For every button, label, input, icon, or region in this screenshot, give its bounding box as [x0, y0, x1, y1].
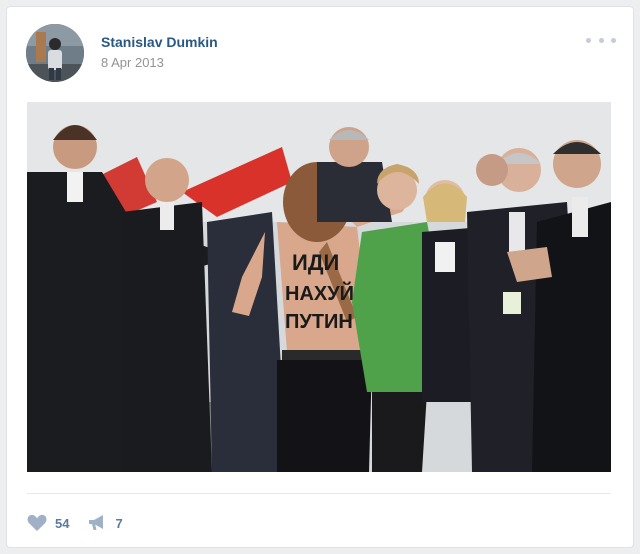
like-button[interactable]: 54 [27, 514, 69, 532]
author-avatar[interactable] [26, 24, 84, 82]
post-footer: 54 7 [27, 511, 141, 535]
body-text-1: ИДИ [292, 250, 339, 275]
likes-count: 54 [55, 515, 70, 531]
post-header: Stanislav Dumkin 8 Apr 2013 [26, 24, 616, 84]
more-dots-icon[interactable] [586, 30, 616, 50]
megaphone-icon [89, 515, 104, 530]
shares-count: 7 [115, 515, 123, 531]
post-card: Stanislav Dumkin 8 Apr 2013 ИДИ НАХУЙ ПУ… [6, 6, 634, 548]
body-text-3: ПУТИН [285, 311, 353, 333]
photo-image: ИДИ НАХУЙ ПУТИН [27, 102, 611, 472]
author-name[interactable]: Stanislav Dumkin [101, 34, 218, 50]
heart-icon [27, 514, 47, 531]
footer-divider [27, 493, 611, 494]
share-button[interactable]: 7 [87, 514, 123, 532]
avatar-image [26, 24, 84, 82]
post-photo[interactable]: ИДИ НАХУЙ ПУТИН [27, 102, 611, 472]
body-text-2: НАХУЙ [285, 281, 354, 305]
post-date[interactable]: 8 Apr 2013 [101, 55, 164, 70]
